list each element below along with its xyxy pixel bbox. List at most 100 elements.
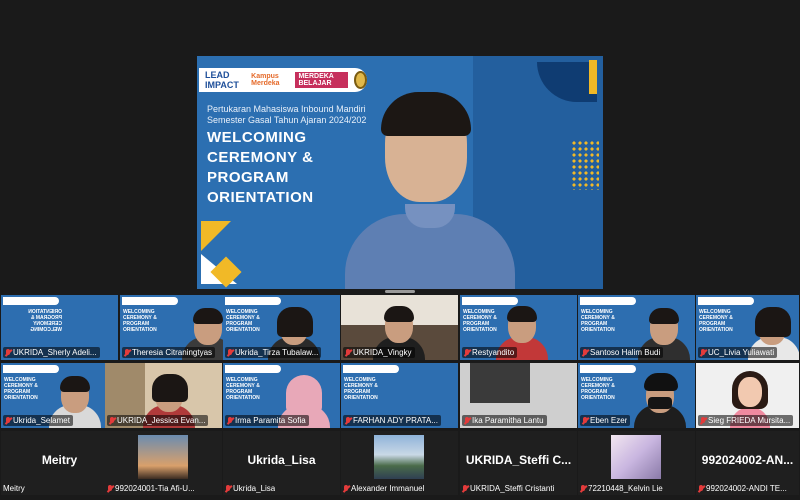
active-speaker-video[interactable]: LEAD IMPACT Kampus Merdeka MERDEKA BELAJ… bbox=[197, 56, 603, 289]
merdeka-belajar-logo: MERDEKA BELAJAR bbox=[295, 72, 348, 88]
mic-muted-icon bbox=[345, 348, 351, 357]
slide-accent-bar bbox=[589, 60, 597, 94]
participant-name-label: 992024002-ANDI TE... bbox=[698, 484, 787, 493]
slide-mini-title: WELCOMING CEREMONY & PROGRAM ORIENTATION bbox=[226, 377, 260, 401]
slide-mini-title: WELCOMING CEREMONY & PROGRAM ORIENTATION bbox=[581, 377, 615, 401]
mic-muted-icon bbox=[109, 416, 115, 425]
mic-muted-icon bbox=[700, 416, 706, 425]
participant-tile[interactable]: Ukrida_Lisa Ukrida_Lisa bbox=[223, 431, 340, 495]
mic-muted-icon bbox=[107, 484, 113, 493]
participant-tile[interactable]: 992024001-Tia Afi-U... bbox=[105, 431, 222, 495]
slide-title-line4: ORIENTATION bbox=[207, 189, 314, 206]
participant-name-label: Alexander Immanuel bbox=[343, 484, 424, 493]
participant-display-name: Ukrida_Lisa bbox=[247, 453, 316, 467]
participant-name: UKRIDA_Sherly Adeli... bbox=[13, 348, 97, 357]
participant-name-label: UKRIDA_Vingky bbox=[343, 347, 415, 358]
participant-name: FARHAN ADY PRATA... bbox=[353, 416, 438, 425]
slide-dot-pattern bbox=[571, 140, 599, 190]
participant-display-name: 992024002-AN... bbox=[701, 453, 794, 467]
slide-title-line2: CEREMONY & bbox=[207, 149, 314, 166]
participant-name-label: Irma Paramita Sofia bbox=[225, 415, 309, 426]
participant-tile[interactable]: WELCOMING CEREMONY & PROGRAM ORIENTATION… bbox=[341, 363, 458, 428]
participant-tile[interactable]: UKRIDA_Vingky bbox=[341, 295, 458, 360]
gallery-resize-handle[interactable] bbox=[385, 290, 415, 293]
slide-mini-title: WELCOMING CEREMONY & PROGRAM ORIENTATION bbox=[344, 377, 378, 401]
participant-name: Eben Ezer bbox=[590, 416, 628, 425]
mic-muted-icon bbox=[462, 484, 468, 493]
mic-muted-icon bbox=[698, 484, 704, 493]
participant-tile[interactable]: Ika Paramitha Lantu bbox=[460, 363, 577, 428]
participant-name-label: FARHAN ADY PRATA... bbox=[343, 415, 441, 426]
participant-name: UKRIDA_Jessica Evan... bbox=[117, 416, 206, 425]
participant-name: Santoso Halim Budi bbox=[590, 348, 661, 357]
participant-name-label: Ika Paramitha Lantu bbox=[462, 415, 547, 426]
meeting-stage: LEAD IMPACT Kampus Merdeka MERDEKA BELAJ… bbox=[0, 0, 800, 500]
participant-name-label: UC_Livia Yuliawati bbox=[698, 347, 778, 358]
participant-name: Ukrida_Tirza Tubalaw... bbox=[235, 348, 319, 357]
participant-name-label: Ukrida_Selamet bbox=[3, 415, 73, 426]
participant-tile[interactable]: WELCOMING CEREMONY & PROGRAM ORIENTATION… bbox=[696, 295, 799, 360]
participant-tile[interactable]: UKRIDA_Jessica Evan... bbox=[105, 363, 222, 428]
slide-title-line1: WELCOMING bbox=[207, 129, 307, 146]
participant-name: Theresia Citraningtyas bbox=[132, 348, 213, 357]
sponsor-logo-bar: LEAD IMPACT Kampus Merdeka MERDEKA BELAJ… bbox=[199, 68, 368, 92]
participant-tile[interactable]: ORIENTATION PROGRAM & CEREMONY WELCOMING… bbox=[1, 295, 118, 360]
participant-tile[interactable]: Sieg FRIEDA Mursita... bbox=[696, 363, 799, 428]
impact-logo: LEAD IMPACT bbox=[205, 70, 239, 90]
mic-muted-icon bbox=[700, 348, 706, 357]
participant-name: 992024001-Tia Afi-U... bbox=[115, 484, 195, 493]
mic-muted-icon bbox=[124, 348, 130, 357]
participant-name-label: 72210448_Kelvin Lie bbox=[580, 484, 663, 493]
participant-tile[interactable]: 992024002-AN... 992024002-ANDI TE... bbox=[696, 431, 799, 495]
university-seal-icon bbox=[353, 71, 368, 89]
participant-name-label: UKRIDA_Steffi Cristanti bbox=[462, 484, 554, 493]
slide-title-line3: PROGRAM bbox=[207, 169, 289, 186]
participant-tile[interactable]: WELCOMING CEREMONY & PROGRAM ORIENTATION… bbox=[223, 363, 340, 428]
participant-tile[interactable]: WELCOMING CEREMONY & PROGRAM ORIENTATION… bbox=[578, 363, 695, 428]
participant-name-label: Meitry bbox=[3, 484, 25, 493]
slide-mini-title: WELCOMING CEREMONY & PROGRAM ORIENTATION bbox=[4, 377, 38, 401]
participant-name: Alexander Immanuel bbox=[351, 484, 425, 493]
mic-muted-icon bbox=[343, 484, 349, 493]
participant-tile[interactable]: WELCOMING CEREMONY & PROGRAM ORIENTATION… bbox=[460, 295, 577, 360]
mic-muted-icon bbox=[582, 348, 588, 357]
slide-mini-title: WELCOMING CEREMONY & PROGRAM ORIENTATION bbox=[581, 309, 615, 333]
participant-photo bbox=[374, 435, 424, 479]
mic-muted-icon bbox=[345, 416, 351, 425]
participant-name: UKRIDA_Vingky bbox=[353, 348, 412, 357]
participant-name: 992024002-ANDI TE... bbox=[706, 484, 787, 493]
participant-name: Ukrida_Lisa bbox=[233, 484, 276, 493]
participant-display-name: Meitry bbox=[41, 453, 78, 467]
participant-name-label: Theresia Citraningtyas bbox=[122, 347, 216, 358]
participant-name: Meitry bbox=[3, 484, 25, 493]
slide-subtitle-line1: Pertukaran Mahasiswa Inbound Mandiri bbox=[207, 104, 366, 114]
slide-mini-title: WELCOMING CEREMONY & PROGRAM ORIENTATION bbox=[699, 309, 733, 333]
participant-name: UC_Livia Yuliawati bbox=[708, 348, 775, 357]
participant-tile[interactable]: 72210448_Kelvin Lie bbox=[578, 431, 695, 495]
participant-photo bbox=[138, 435, 188, 479]
participant-tile[interactable]: WELCOMING CEREMONY & PROGRAM ORIENTATION… bbox=[578, 295, 695, 360]
participant-name: Sieg FRIEDA Mursita... bbox=[708, 416, 791, 425]
speaker-avatar bbox=[345, 92, 515, 289]
participant-name-label: Ukrida_Tirza Tubalaw... bbox=[225, 347, 322, 358]
mic-muted-icon bbox=[227, 348, 233, 357]
participant-name-label: Eben Ezer bbox=[580, 415, 631, 426]
participant-tile[interactable]: UKRIDA_Steffi C... UKRIDA_Steffi Cristan… bbox=[460, 431, 577, 495]
slide-subtitle-line2: Semester Gasal Tahun Ajaran 2024/202 bbox=[207, 115, 367, 125]
participant-name: UKRIDA_Steffi Cristanti bbox=[470, 484, 555, 493]
participant-tile[interactable]: Alexander Immanuel bbox=[341, 431, 458, 495]
participant-name-label: UKRIDA_Jessica Evan... bbox=[107, 415, 209, 426]
participant-tile[interactable]: WELCOMING CEREMONY & PROGRAM ORIENTATION… bbox=[1, 363, 118, 428]
mask-icon bbox=[648, 397, 672, 409]
participant-name: Ika Paramitha Lantu bbox=[472, 416, 544, 425]
mic-muted-icon bbox=[464, 416, 470, 425]
slide-triangle-shape bbox=[201, 221, 231, 251]
slide-mini-title: ORIENTATION PROGRAM & CEREMONY WELCOMING bbox=[28, 309, 62, 333]
kampus-merdeka-logo: Kampus Merdeka bbox=[251, 73, 280, 87]
mic-muted-icon bbox=[580, 484, 586, 493]
participant-tile[interactable]: WELCOMING CEREMONY & PROGRAM ORIENTATION… bbox=[120, 295, 237, 360]
participant-tile[interactable]: Meitry Meitry bbox=[1, 431, 118, 495]
participant-tile[interactable]: WELCOMING CEREMONY & PROGRAM ORIENTATION… bbox=[223, 295, 340, 360]
participant-name-label: Sieg FRIEDA Mursita... bbox=[698, 415, 794, 426]
mic-muted-icon bbox=[225, 484, 231, 493]
